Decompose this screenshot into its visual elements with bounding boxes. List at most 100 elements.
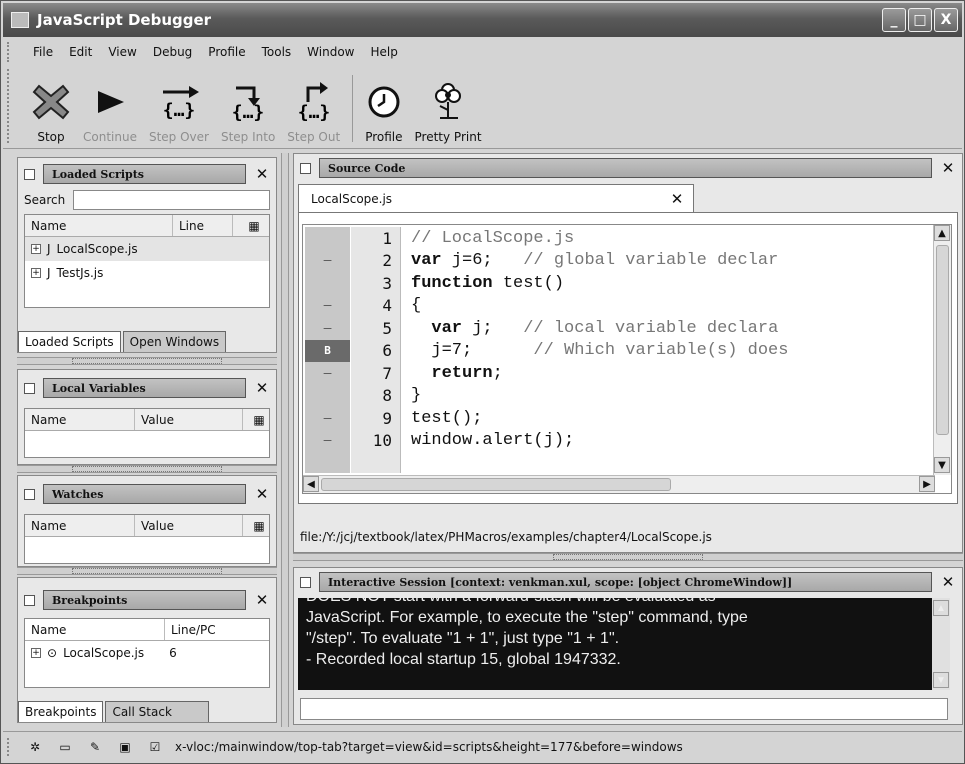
breakpoint-line: 6 xyxy=(169,646,177,660)
column-header-name[interactable]: Name xyxy=(25,409,135,430)
column-picker-icon[interactable]: ▦ xyxy=(243,515,269,536)
table-row[interactable]: + ⊙ LocalScope.js 6 xyxy=(25,641,269,665)
scroll-thumb[interactable] xyxy=(936,245,949,435)
splitter[interactable] xyxy=(17,567,277,575)
local-variables-panel: Local Variables ✕ Name Value ▦ xyxy=(17,369,277,465)
vertical-scrollbar[interactable]: ▲ ▼ xyxy=(933,225,951,475)
close-icon[interactable]: ✕ xyxy=(254,165,270,183)
column-header-value[interactable]: Value xyxy=(135,515,243,536)
code-view[interactable]: – – – B – – – 1 2 3 4 5 6 7 8 9 10 // Lo… xyxy=(302,224,952,494)
title-bar[interactable]: JavaScript Debugger _ □ X xyxy=(3,3,962,37)
menu-debug[interactable]: Debug xyxy=(145,45,200,59)
tab-breakpoints[interactable]: Breakpoints xyxy=(18,701,104,722)
edit-icon[interactable]: ☑ xyxy=(145,739,165,755)
stop-button[interactable]: Stop xyxy=(25,65,77,148)
column-picker-icon[interactable]: ▦ xyxy=(233,215,269,236)
splitter[interactable] xyxy=(17,465,277,473)
table-row[interactable]: + J TestJs.js xyxy=(25,261,269,285)
panel-title: Source Code xyxy=(319,158,932,178)
scroll-down-icon[interactable]: ▼ xyxy=(933,672,949,688)
flower-icon xyxy=(430,80,466,124)
close-icon[interactable]: ✕ xyxy=(254,591,270,609)
console-scrollbar[interactable]: ▲ ▼ xyxy=(932,598,950,690)
maximize-button[interactable]: □ xyxy=(908,8,932,32)
menu-tools[interactable]: Tools xyxy=(254,45,300,59)
expand-icon[interactable]: + xyxy=(31,648,41,658)
column-header-name[interactable]: Name xyxy=(25,215,173,236)
menu-help[interactable]: Help xyxy=(363,45,406,59)
profile-button[interactable]: Profile xyxy=(359,65,408,148)
continue-button[interactable]: Continue xyxy=(77,65,143,148)
expand-icon[interactable]: + xyxy=(31,244,41,254)
panel-title: Breakpoints xyxy=(43,590,246,610)
close-tab-icon[interactable]: ✕ xyxy=(669,190,685,208)
scroll-down-icon[interactable]: ▼ xyxy=(934,457,950,473)
close-icon[interactable]: ✕ xyxy=(254,379,270,397)
column-header-line[interactable]: Line xyxy=(173,215,233,236)
menu-edit[interactable]: Edit xyxy=(61,45,100,59)
column-header-name[interactable]: Name xyxy=(25,619,165,640)
interactive-session-panel: Interactive Session [context: venkman.xu… xyxy=(293,567,963,725)
horizontal-scrollbar[interactable]: ◀ ▶ xyxy=(303,475,935,493)
close-icon[interactable]: ✕ xyxy=(940,159,956,177)
console-line: "/step". To evaluate "1 + 1", just type … xyxy=(306,630,620,647)
scroll-up-icon[interactable]: ▲ xyxy=(934,225,950,241)
network-icon[interactable]: ✲ xyxy=(25,739,45,755)
panel-checkbox[interactable] xyxy=(300,162,311,174)
step-into-button[interactable]: {…} Step Into xyxy=(215,65,281,148)
code-line: window.alert(j); xyxy=(411,431,575,451)
panel-checkbox[interactable] xyxy=(24,382,35,394)
svg-text:{…}: {…} xyxy=(232,102,265,122)
panel-checkbox[interactable] xyxy=(300,576,311,588)
column-header-line[interactable]: Line/PC xyxy=(165,619,269,640)
search-input[interactable] xyxy=(73,190,270,210)
console-output[interactable]: DOES NOT start with a forward-slash will… xyxy=(298,598,950,690)
code-line: function test() xyxy=(411,273,565,293)
code-lines[interactable]: // LocalScope.js var j=6; // global vari… xyxy=(411,227,941,473)
panel-checkbox[interactable] xyxy=(24,488,35,500)
breakpoint-gutter[interactable]: – – – B – – – xyxy=(305,227,350,473)
console-input[interactable] xyxy=(300,698,948,720)
close-icon[interactable]: ✕ xyxy=(940,573,956,591)
splitter[interactable] xyxy=(17,357,277,365)
source-file-path: file:/Y:/jcj/textbook/latex/PHMacros/exa… xyxy=(300,530,712,544)
tab-call-stack[interactable]: Call Stack xyxy=(105,701,210,722)
vertical-splitter[interactable] xyxy=(281,153,289,727)
pretty-print-button[interactable]: Pretty Print xyxy=(409,65,488,148)
console-line: JavaScript. For example, to execute the … xyxy=(306,609,748,626)
splitter[interactable] xyxy=(293,553,963,561)
scroll-thumb[interactable] xyxy=(321,478,671,491)
monitor-icon[interactable]: ▭ xyxy=(55,739,75,755)
tab-open-windows[interactable]: Open Windows xyxy=(122,331,227,352)
expand-icon[interactable]: + xyxy=(31,268,41,278)
status-bar: ✲ ▭ ✎ ▣ ☑ x-vloc:/mainwindow/top-tab?tar… xyxy=(3,731,962,761)
scroll-up-icon[interactable]: ▲ xyxy=(933,600,949,616)
tab-loaded-scripts[interactable]: Loaded Scripts xyxy=(18,331,121,352)
step-over-button[interactable]: {…} Step Over xyxy=(143,65,215,148)
minimize-button[interactable]: _ xyxy=(882,8,906,32)
column-header-value[interactable]: Value xyxy=(135,409,243,430)
menu-profile[interactable]: Profile xyxy=(200,45,253,59)
tab-localscope[interactable]: LocalScope.js ✕ xyxy=(298,184,694,212)
close-icon[interactable]: ✕ xyxy=(254,485,270,503)
table-row[interactable]: + J LocalScope.js xyxy=(25,237,269,261)
breakpoint-icon: ⊙ xyxy=(47,646,58,660)
column-picker-icon[interactable]: ▦ xyxy=(243,409,269,430)
svg-text:{…}: {…} xyxy=(163,100,196,121)
scroll-left-icon[interactable]: ◀ xyxy=(303,476,319,492)
close-window-button[interactable]: X xyxy=(934,8,958,32)
code-line: // LocalScope.js xyxy=(411,228,575,248)
column-header-name[interactable]: Name xyxy=(25,515,135,536)
panel-checkbox[interactable] xyxy=(24,594,35,606)
scroll-right-icon[interactable]: ▶ xyxy=(919,476,935,492)
menu-file[interactable]: File xyxy=(25,45,61,59)
menu-window[interactable]: Window xyxy=(299,45,362,59)
pencil-icon[interactable]: ✎ xyxy=(85,739,105,755)
menu-view[interactable]: View xyxy=(100,45,144,59)
panel-checkbox[interactable] xyxy=(24,168,35,180)
code-line: var j; // local variable declara xyxy=(411,318,779,338)
image-icon[interactable]: ▣ xyxy=(115,739,135,755)
step-out-button[interactable]: {…} Step Out xyxy=(281,65,346,148)
step-over-icon: {…} xyxy=(157,80,201,124)
console-line: DOES NOT start with a forward-slash will… xyxy=(306,598,942,607)
